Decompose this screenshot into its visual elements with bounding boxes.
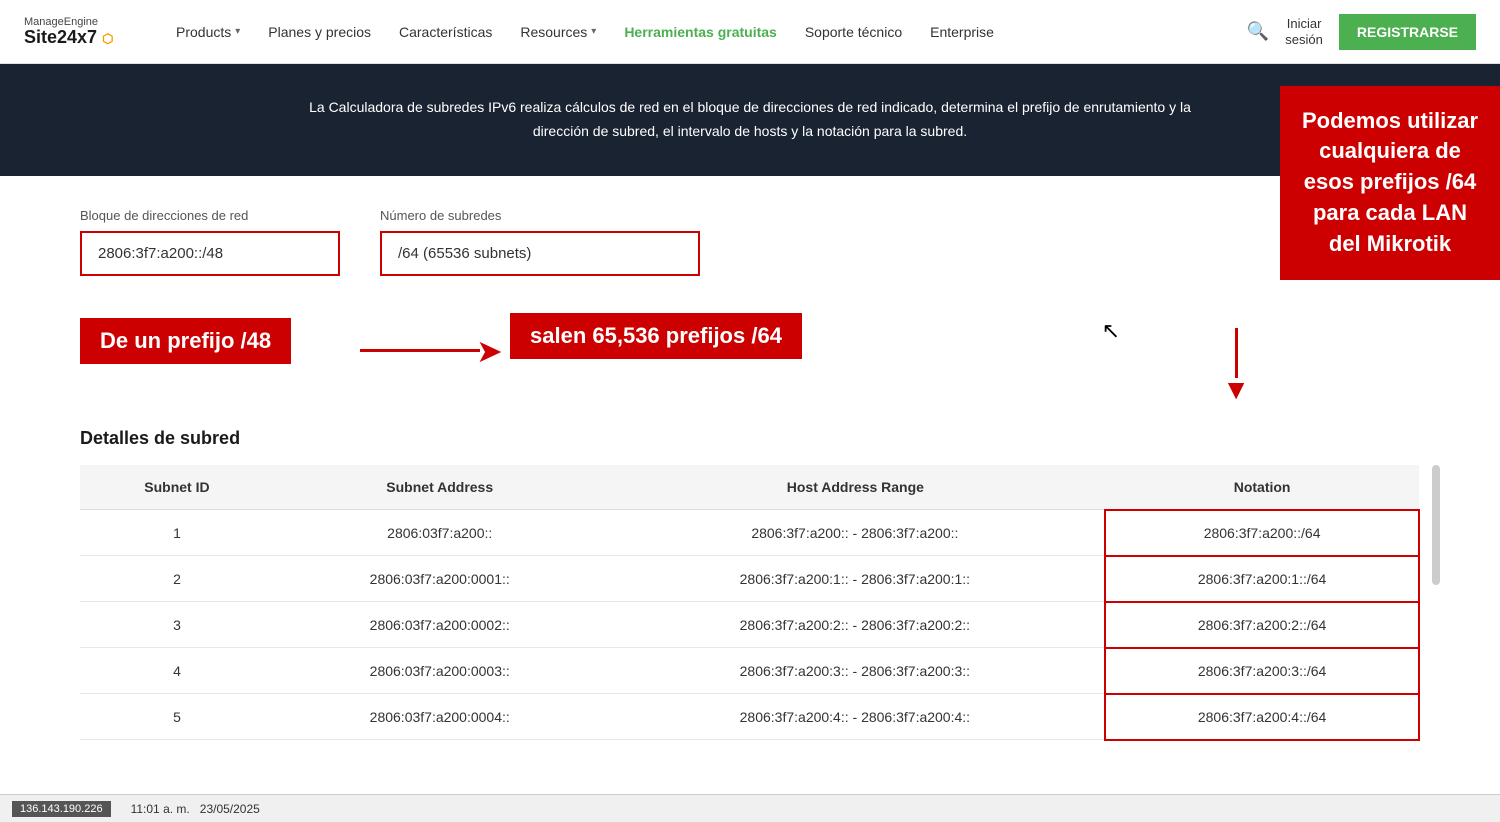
table-cell: 4 xyxy=(80,648,274,694)
table-row: 22806:03f7:a200:0001::2806:3f7:a200:1:: … xyxy=(80,556,1419,602)
resources-arrow-icon: ▾ xyxy=(591,26,596,37)
table-row: 12806:03f7:a200::2806:3f7:a200:: - 2806:… xyxy=(80,510,1419,556)
status-time: 11:01 a. m. 23/05/2025 xyxy=(131,802,260,816)
hero-text: La Calculadora de subredes IPv6 realiza … xyxy=(300,96,1200,144)
arrow-down-indicator: ▼ xyxy=(1222,328,1250,406)
subnet-count-input[interactable] xyxy=(380,231,700,276)
table-cell: 2806:3f7:a200:1:: - 2806:3f7:a200:1:: xyxy=(606,556,1106,602)
arrow-vert-line-icon xyxy=(1235,328,1238,378)
table-cell: 2806:03f7:a200:: xyxy=(274,510,606,556)
nav-planes[interactable]: Planes y precios xyxy=(268,24,371,40)
table-cell: 2806:03f7:a200:0004:: xyxy=(274,694,606,740)
table-cell: 2806:03f7:a200:0003:: xyxy=(274,648,606,694)
login-button[interactable]: Iniciar sesión xyxy=(1285,16,1323,47)
table-cell: 2806:3f7:a200:: - 2806:3f7:a200:: xyxy=(606,510,1106,556)
prefix-label-left: De un prefijo /48 xyxy=(80,318,291,364)
notation-cell: 2806:3f7:a200:3::/64 xyxy=(1105,648,1419,694)
search-icon[interactable]: 🔍 xyxy=(1247,21,1269,42)
table-cell: 2 xyxy=(80,556,274,602)
arrow-line-icon xyxy=(360,349,480,352)
table-section: Detalles de subred Subnet ID Subnet Addr… xyxy=(0,428,1500,781)
page-wrapper: Podemos utilizar cualquiera de esos pref… xyxy=(0,176,1500,781)
notation-cell: 2806:3f7:a200:2::/64 xyxy=(1105,602,1419,648)
table-header: Subnet ID Subnet Address Host Address Ra… xyxy=(80,465,1419,510)
network-block-input[interactable] xyxy=(80,231,340,276)
nav-enterprise[interactable]: Enterprise xyxy=(930,24,994,40)
subnet-count-group: Número de subredes xyxy=(380,208,700,276)
table-cell: 2806:03f7:a200:0002:: xyxy=(274,602,606,648)
subnet-count-label: Número de subredes xyxy=(380,208,700,223)
table-cell: 2806:3f7:a200:2:: - 2806:3f7:a200:2:: xyxy=(606,602,1106,648)
nav-resources[interactable]: Resources ▾ xyxy=(520,24,596,40)
table-row: 32806:03f7:a200:0002::2806:3f7:a200:2:: … xyxy=(80,602,1419,648)
statusbar: 136.143.190.226 11:01 a. m. 23/05/2025 xyxy=(0,794,1500,822)
notation-cell: 2806:3f7:a200:4::/64 xyxy=(1105,694,1419,740)
scrollbar-indicator[interactable] xyxy=(1432,465,1440,585)
nav-links: Products ▾ Planes y precios Característi… xyxy=(176,24,1215,40)
table-cell: 3 xyxy=(80,602,274,648)
status-ip: 136.143.190.226 xyxy=(12,801,111,817)
nav-herramientas[interactable]: Herramientas gratuitas xyxy=(624,24,777,40)
table-row: 52806:03f7:a200:0004::2806:3f7:a200:4:: … xyxy=(80,694,1419,740)
col-notation: Notation xyxy=(1105,465,1419,510)
table-row: 42806:03f7:a200:0003::2806:3f7:a200:3:: … xyxy=(80,648,1419,694)
logo-icon: ⬡ xyxy=(102,31,113,46)
notation-cell: 2806:3f7:a200:1::/64 xyxy=(1105,556,1419,602)
network-block-group: Bloque de direcciones de red xyxy=(80,208,340,276)
table-body: 12806:03f7:a200::2806:3f7:a200:: - 2806:… xyxy=(80,510,1419,740)
col-host-range: Host Address Range xyxy=(606,465,1106,510)
table-cell: 5 xyxy=(80,694,274,740)
table-cell: 2806:3f7:a200:4:: - 2806:3f7:a200:4:: xyxy=(606,694,1106,740)
register-button[interactable]: REGISTRARSE xyxy=(1339,14,1476,50)
arrow-down-head-icon: ▼ xyxy=(1222,374,1250,406)
network-block-label: Bloque de direcciones de red xyxy=(80,208,340,223)
logo[interactable]: ManageEngine Site24x7 ⬡ xyxy=(24,16,144,48)
cursor-icon: ↖ xyxy=(1102,318,1120,344)
products-arrow-icon: ▾ xyxy=(235,26,240,37)
table-title: Detalles de subred xyxy=(80,428,1420,449)
table-cell: 1 xyxy=(80,510,274,556)
table-cell: 2806:03f7:a200:0001:: xyxy=(274,556,606,602)
navbar: ManageEngine Site24x7 ⬡ Products ▾ Plane… xyxy=(0,0,1500,64)
nav-products[interactable]: Products ▾ xyxy=(176,24,240,40)
col-subnet-address: Subnet Address xyxy=(274,465,606,510)
notation-cell: 2806:3f7:a200::/64 xyxy=(1105,510,1419,556)
col-subnet-id: Subnet ID xyxy=(80,465,274,510)
prefix-label-center: salen 65,536 prefijos /64 xyxy=(510,313,802,359)
annotation-area: De un prefijo /48 ➤ salen 65,536 prefijo… xyxy=(80,308,1420,388)
table-cell: 2806:3f7:a200:3:: - 2806:3f7:a200:3:: xyxy=(606,648,1106,694)
table-header-row: Subnet ID Subnet Address Host Address Ra… xyxy=(80,465,1419,510)
nav-soporte[interactable]: Soporte técnico xyxy=(805,24,902,40)
form-row: Bloque de direcciones de red Número de s… xyxy=(80,208,1420,276)
arrow-head-icon: ➤ xyxy=(476,332,503,370)
logo-bottom: Site24x7 ⬡ xyxy=(24,28,144,48)
nav-right: 🔍 Iniciar sesión REGISTRARSE xyxy=(1247,14,1476,50)
annotation-box-right: Podemos utilizar cualquiera de esos pref… xyxy=(1280,86,1500,280)
nav-caracteristicas[interactable]: Características xyxy=(399,24,492,40)
subnet-table: Subnet ID Subnet Address Host Address Ra… xyxy=(80,465,1420,741)
hero-banner: La Calculadora de subredes IPv6 realiza … xyxy=(0,64,1500,176)
table-wrapper: Subnet ID Subnet Address Host Address Ra… xyxy=(80,465,1420,741)
calculator-section: Podemos utilizar cualquiera de esos pref… xyxy=(0,176,1500,428)
arrow-right-indicator: ➤ xyxy=(360,332,503,370)
